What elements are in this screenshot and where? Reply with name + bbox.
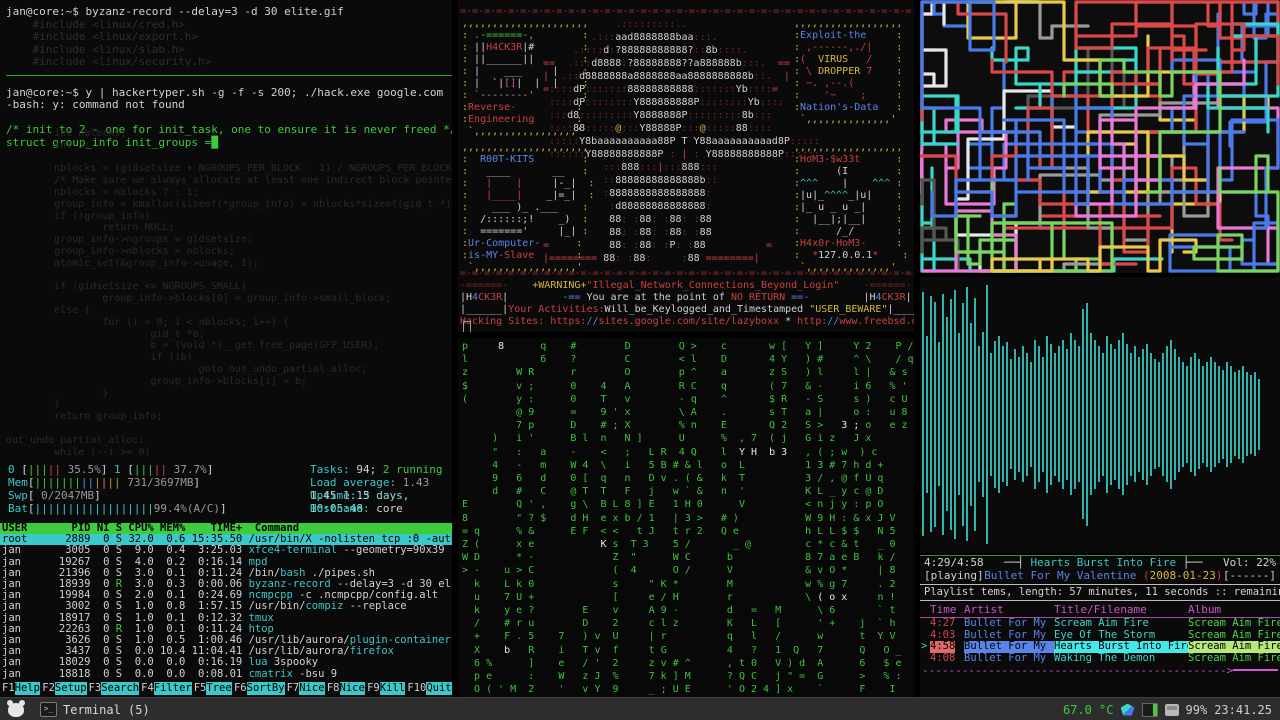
fnkey-search[interactable]: Search xyxy=(101,682,140,695)
fnkey-label: F2 xyxy=(42,682,55,694)
fnkey-label: F6 xyxy=(233,682,247,694)
title-deco-right: ├── xyxy=(1176,556,1203,569)
list-item[interactable]: >4:58 Bullet For My Hearts Burst Into Fire… xyxy=(920,640,1280,653)
fnkey-help[interactable]: Help xyxy=(14,682,41,695)
fnkey-kill[interactable]: Kill xyxy=(379,682,406,695)
window-cmatrix[interactable]: p 8 q # D Q > c w [ Y ] Y 2 P / l 6 ? C <… xyxy=(458,338,914,697)
playlist-header: Time Artist Title/Filename Album xyxy=(920,603,1280,618)
player-status-line1: 4:29/4:58 ──┤ Hearts Burst Into Fire ├──… xyxy=(920,556,1280,569)
taskbar-window-label: Terminal (5) xyxy=(63,702,150,717)
terminal-cursor xyxy=(463,321,471,332)
htop-meter-line: 0 [||||| 35.5%] 1 [||||| 37.7%] Tasks: 94… xyxy=(8,463,443,476)
taskbar: >_ Terminal (5) 67.0 °C 99% 23:41.25 xyxy=(0,697,1280,720)
track-title: Hearts Burst Into Fire xyxy=(1030,556,1177,569)
volume-label: Vol: 22% xyxy=(1223,556,1276,569)
pipes-drawing xyxy=(920,0,1280,273)
htop-meter-line: Mem[||||||||||||| 731/3697MB] Load averag… xyxy=(8,476,430,502)
date-paren-open: ( xyxy=(1136,569,1150,582)
repeat-flags: [------] xyxy=(1223,569,1276,582)
ghost-kernel-code: int nblocks; int i; nblocks = (gidsetsiz… xyxy=(6,128,452,458)
htop-meter-line: Bat[||||||||||||||||||99.4%(A/C)] Hostnam… xyxy=(8,502,403,515)
table-row[interactable]: jan 18818 0 S 0.0 0.0 0:08.01 cmatrix -b… xyxy=(0,668,452,680)
taskbar-left: >_ Terminal (5) xyxy=(0,699,156,718)
fnkey-label: F7 xyxy=(286,682,300,694)
fnkey-filter[interactable]: Filter xyxy=(153,682,192,695)
fnkey-label: F9 xyxy=(367,682,380,694)
window-music-player[interactable]: 4:29/4:58 ──┤ Hearts Burst Into Fire ├──… xyxy=(920,555,1280,698)
fnkey-label: F3 xyxy=(88,682,102,694)
fnkey-label: F8 xyxy=(326,682,340,694)
fnkey-label: F10 xyxy=(407,682,427,694)
track-elapsed-total: 4:29/4:58 xyxy=(924,556,984,569)
progress-dashes: ----------------------------------------… xyxy=(922,663,1227,677)
track-artist-wrap: Bullet For My Valentine (2008-01-23) xyxy=(984,569,1222,582)
title-deco-left: ──┤ xyxy=(1003,556,1031,569)
playlist-column-header[interactable]: Title/Filename xyxy=(1054,603,1147,617)
fnkey-sortby[interactable]: SortBy xyxy=(246,682,285,695)
htop-meters: 0 [||||| 35.5%] 1 [||||| 37.7%] Tasks: 94… xyxy=(0,463,452,515)
player-state: [playing] xyxy=(924,569,984,582)
fnkey-label: F4 xyxy=(141,682,154,694)
progress-arrow-icon: > xyxy=(1226,663,1234,677)
playlist-column-header[interactable]: Album xyxy=(1188,603,1221,617)
playlist-summary: Playlist tems, length: 57 minutes, 11 se… xyxy=(920,584,1280,601)
window-audio-visualizer[interactable] xyxy=(920,277,1280,553)
window-ascii-art[interactable]: =-=-=-=-=-=-=-=-=-=-=-=-=-=-=-=-=-=-=-=-… xyxy=(458,0,914,332)
fnkey-quit[interactable]: Quit xyxy=(426,682,452,695)
window-pipes-screensaver[interactable] xyxy=(920,0,1280,273)
playlist-column-header[interactable]: Time xyxy=(930,603,957,617)
fnkey-tree[interactable]: Tree xyxy=(206,682,232,695)
battery-icon[interactable] xyxy=(1141,702,1158,717)
process-table: USER PID NI S CPU% MEM% TIME+ Command roo… xyxy=(0,522,452,680)
htop-function-bar: F1 Help F2 Setup F3 Search F4 Filter F5 Tree F6 Sor… xyxy=(0,682,452,697)
track-date: 2008-01-23 xyxy=(1149,569,1216,582)
fnkey-setup[interactable]: Setup xyxy=(54,682,87,695)
track-artist: Bullet For My Valentine xyxy=(984,569,1137,582)
htop-monitor: 0 [||||| 35.5%] 1 [||||| 37.7%] Tasks: 94… xyxy=(0,463,452,697)
fnkey-label: F1 xyxy=(2,682,15,694)
playlist-progress-bar[interactable]: ----------------------------------------… xyxy=(920,663,1280,677)
system-tray: 67.0 °C 99% 23:41.25 xyxy=(1062,702,1280,717)
track-title-wrap: ──┤ Hearts Burst Into Fire ├── xyxy=(1004,556,1203,569)
cpu-temperature: 67.0 °C xyxy=(1062,702,1114,717)
playlist-column-header[interactable]: Artist xyxy=(964,603,1004,617)
list-item[interactable]: 4:08 Bullet For My Waking The Demon Scream … xyxy=(920,652,1280,665)
ascii-separator-top: =-=-=-=-=-=-=-=-=-=-=-=-=-=-=-=-=-=-=-=-… xyxy=(460,6,914,17)
xfce-menu-icon[interactable] xyxy=(7,699,25,717)
matrix-rain: p 8 q # D Q > c w [ Y ] Y 2 P / l 6 ? C <… xyxy=(462,341,914,696)
battery-percent: 99% xyxy=(1185,702,1208,717)
fnkey-label: F5 xyxy=(193,682,207,694)
clock[interactable]: 23:41.25 xyxy=(1214,703,1272,717)
ascii-mask: .:::::::::.. .:::aad8888888baa:::. .::::… xyxy=(543,19,821,264)
fnkey-nice--[interactable]: Nice - xyxy=(299,682,325,697)
list-item[interactable]: 4:27 Bullet For My Scream Aim Fire Scream A… xyxy=(920,617,1280,630)
window-left-terminal[interactable]: jan@core:~$ byzanz-record --delay=3 -d 3… xyxy=(0,0,452,697)
htop-meter-line: Swp[ 0/2047MB] Uptime: 3 days, 10:05:48 xyxy=(8,489,410,515)
fnkey-nice-+[interactable]: Nice + xyxy=(339,682,366,697)
tray-app-icon[interactable] xyxy=(1120,703,1135,716)
terminal-icon: >_ xyxy=(40,702,57,717)
ascii-warning-text: -======- +WARNING+"Illegal_Network_Conne… xyxy=(460,280,914,327)
touchpad-icon[interactable] xyxy=(1164,703,1179,716)
taskbar-window-button[interactable]: >_ Terminal (5) xyxy=(34,701,156,718)
progress-solid xyxy=(1233,669,1278,671)
player-status-line2: [playing] Bullet For My Valentine (2008-… xyxy=(920,569,1280,582)
playlist-rows: 4:27 Bullet For My Scream Aim Fire Scream A… xyxy=(920,617,1280,665)
visualizer-bars xyxy=(922,277,1278,551)
date-paren-close: ) xyxy=(1215,569,1223,582)
desktop: jan@core:~$ byzanz-record --delay=3 -d 3… xyxy=(0,0,1280,720)
